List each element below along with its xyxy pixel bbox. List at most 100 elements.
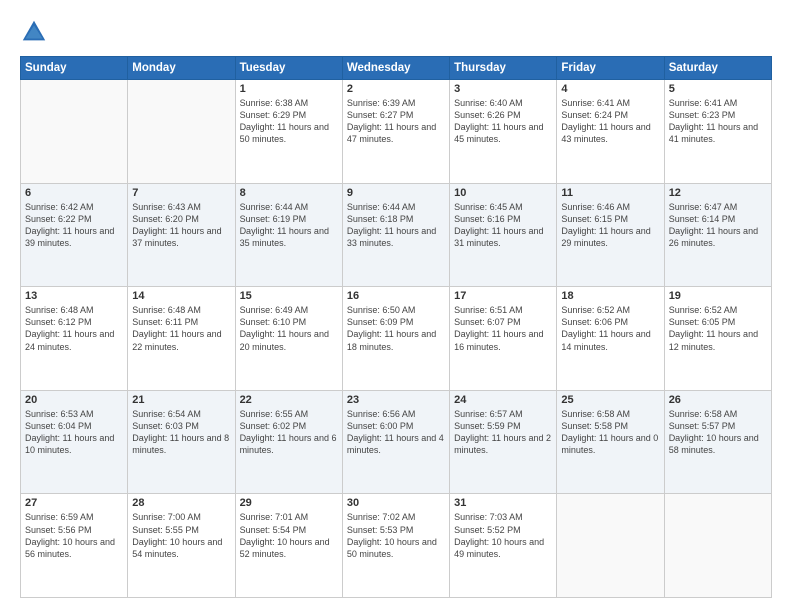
day-info: Sunrise: 6:52 AM Sunset: 6:06 PM Dayligh… [561, 304, 659, 353]
header-friday: Friday [557, 57, 664, 80]
day-info: Sunrise: 6:46 AM Sunset: 6:15 PM Dayligh… [561, 201, 659, 250]
day-number: 9 [347, 187, 445, 199]
header-tuesday: Tuesday [235, 57, 342, 80]
day-number: 19 [669, 290, 767, 302]
calendar-cell: 3 Sunrise: 6:40 AM Sunset: 6:26 PM Daylig… [450, 80, 557, 184]
calendar-cell [664, 494, 771, 598]
header-wednesday: Wednesday [342, 57, 449, 80]
calendar-cell: 1 Sunrise: 6:38 AM Sunset: 6:29 PM Daylig… [235, 80, 342, 184]
calendar-cell: 29 Sunrise: 7:01 AM Sunset: 5:54 PM Dayli… [235, 494, 342, 598]
day-info: Sunrise: 6:57 AM Sunset: 5:59 PM Dayligh… [454, 408, 552, 457]
day-info: Sunrise: 6:48 AM Sunset: 6:11 PM Dayligh… [132, 304, 230, 353]
day-info: Sunrise: 7:03 AM Sunset: 5:52 PM Dayligh… [454, 511, 552, 560]
day-info: Sunrise: 6:45 AM Sunset: 6:16 PM Dayligh… [454, 201, 552, 250]
calendar-cell: 28 Sunrise: 7:00 AM Sunset: 5:55 PM Dayli… [128, 494, 235, 598]
day-number: 29 [240, 497, 338, 509]
calendar-cell: 6Sunrise: 6:42 AM Sunset: 6:22 PM Daylig… [21, 183, 128, 287]
day-info: Sunrise: 6:50 AM Sunset: 6:09 PM Dayligh… [347, 304, 445, 353]
logo [20, 18, 52, 46]
day-info: Sunrise: 6:41 AM Sunset: 6:23 PM Dayligh… [669, 97, 767, 146]
day-info: Sunrise: 6:55 AM Sunset: 6:02 PM Dayligh… [240, 408, 338, 457]
day-info: Sunrise: 6:47 AM Sunset: 6:14 PM Dayligh… [669, 201, 767, 250]
calendar-cell: 25 Sunrise: 6:58 AM Sunset: 5:58 PM Dayli… [557, 390, 664, 494]
calendar-table: SundayMondayTuesdayWednesdayThursdayFrid… [20, 56, 772, 598]
day-number: 13 [25, 290, 123, 302]
day-number: 12 [669, 187, 767, 199]
day-info: Sunrise: 6:58 AM Sunset: 5:57 PM Dayligh… [669, 408, 767, 457]
day-info: Sunrise: 6:51 AM Sunset: 6:07 PM Dayligh… [454, 304, 552, 353]
day-info: Sunrise: 7:02 AM Sunset: 5:53 PM Dayligh… [347, 511, 445, 560]
day-number: 5 [669, 83, 767, 95]
calendar-cell: 30 Sunrise: 7:02 AM Sunset: 5:53 PM Dayli… [342, 494, 449, 598]
day-info: Sunrise: 6:59 AM Sunset: 5:56 PM Dayligh… [25, 511, 123, 560]
calendar-cell: 8 Sunrise: 6:44 AM Sunset: 6:19 PM Daylig… [235, 183, 342, 287]
day-number: 10 [454, 187, 552, 199]
day-info: Sunrise: 6:53 AM Sunset: 6:04 PM Dayligh… [25, 408, 123, 457]
calendar-cell [128, 80, 235, 184]
calendar-cell: 10 Sunrise: 6:45 AM Sunset: 6:16 PM Dayli… [450, 183, 557, 287]
calendar-cell: 31 Sunrise: 7:03 AM Sunset: 5:52 PM Dayli… [450, 494, 557, 598]
day-number: 11 [561, 187, 659, 199]
header-monday: Monday [128, 57, 235, 80]
calendar-cell: 7 Sunrise: 6:43 AM Sunset: 6:20 PM Daylig… [128, 183, 235, 287]
calendar-cell: 27Sunrise: 6:59 AM Sunset: 5:56 PM Dayli… [21, 494, 128, 598]
day-number: 22 [240, 394, 338, 406]
day-number: 24 [454, 394, 552, 406]
day-info: Sunrise: 6:38 AM Sunset: 6:29 PM Dayligh… [240, 97, 338, 146]
day-number: 17 [454, 290, 552, 302]
calendar-cell: 23 Sunrise: 6:56 AM Sunset: 6:00 PM Dayli… [342, 390, 449, 494]
day-number: 20 [25, 394, 123, 406]
week-row-4: 20 Sunrise: 6:53 AM Sunset: 6:04 PM Dayli… [21, 390, 772, 494]
week-row-1: 1 Sunrise: 6:38 AM Sunset: 6:29 PM Daylig… [21, 80, 772, 184]
day-number: 8 [240, 187, 338, 199]
day-info: Sunrise: 6:44 AM Sunset: 6:18 PM Dayligh… [347, 201, 445, 250]
header-sunday: Sunday [21, 57, 128, 80]
day-number: 2 [347, 83, 445, 95]
calendar-cell: 18Sunrise: 6:52 AM Sunset: 6:06 PM Dayli… [557, 287, 664, 391]
logo-icon [20, 18, 48, 46]
header-row: SundayMondayTuesdayWednesdayThursdayFrid… [21, 57, 772, 80]
day-info: Sunrise: 6:39 AM Sunset: 6:27 PM Dayligh… [347, 97, 445, 146]
day-number: 16 [347, 290, 445, 302]
day-number: 31 [454, 497, 552, 509]
calendar-cell: 4Sunrise: 6:41 AM Sunset: 6:24 PM Daylig… [557, 80, 664, 184]
week-row-2: 6Sunrise: 6:42 AM Sunset: 6:22 PM Daylig… [21, 183, 772, 287]
calendar-cell: 16 Sunrise: 6:50 AM Sunset: 6:09 PM Dayli… [342, 287, 449, 391]
day-number: 25 [561, 394, 659, 406]
day-info: Sunrise: 6:58 AM Sunset: 5:58 PM Dayligh… [561, 408, 659, 457]
week-row-5: 27Sunrise: 6:59 AM Sunset: 5:56 PM Dayli… [21, 494, 772, 598]
calendar-cell: 24 Sunrise: 6:57 AM Sunset: 5:59 PM Dayli… [450, 390, 557, 494]
calendar-cell: 26Sunrise: 6:58 AM Sunset: 5:57 PM Dayli… [664, 390, 771, 494]
day-info: Sunrise: 6:52 AM Sunset: 6:05 PM Dayligh… [669, 304, 767, 353]
day-number: 30 [347, 497, 445, 509]
day-number: 3 [454, 83, 552, 95]
calendar-cell [557, 494, 664, 598]
calendar-cell: 15 Sunrise: 6:49 AM Sunset: 6:10 PM Dayli… [235, 287, 342, 391]
day-number: 14 [132, 290, 230, 302]
calendar-cell: 19 Sunrise: 6:52 AM Sunset: 6:05 PM Dayli… [664, 287, 771, 391]
day-info: Sunrise: 6:54 AM Sunset: 6:03 PM Dayligh… [132, 408, 230, 457]
day-info: Sunrise: 6:44 AM Sunset: 6:19 PM Dayligh… [240, 201, 338, 250]
calendar-cell: 2 Sunrise: 6:39 AM Sunset: 6:27 PM Daylig… [342, 80, 449, 184]
day-number: 15 [240, 290, 338, 302]
calendar-cell: 20 Sunrise: 6:53 AM Sunset: 6:04 PM Dayli… [21, 390, 128, 494]
header [20, 18, 772, 46]
calendar-cell: 9 Sunrise: 6:44 AM Sunset: 6:18 PM Daylig… [342, 183, 449, 287]
page: SundayMondayTuesdayWednesdayThursdayFrid… [0, 0, 792, 612]
calendar-cell [21, 80, 128, 184]
day-info: Sunrise: 6:40 AM Sunset: 6:26 PM Dayligh… [454, 97, 552, 146]
day-info: Sunrise: 6:49 AM Sunset: 6:10 PM Dayligh… [240, 304, 338, 353]
day-number: 28 [132, 497, 230, 509]
calendar-cell: 21Sunrise: 6:54 AM Sunset: 6:03 PM Dayli… [128, 390, 235, 494]
day-info: Sunrise: 6:43 AM Sunset: 6:20 PM Dayligh… [132, 201, 230, 250]
day-number: 7 [132, 187, 230, 199]
day-number: 1 [240, 83, 338, 95]
week-row-3: 13Sunrise: 6:48 AM Sunset: 6:12 PM Dayli… [21, 287, 772, 391]
day-info: Sunrise: 7:00 AM Sunset: 5:55 PM Dayligh… [132, 511, 230, 560]
day-info: Sunrise: 7:01 AM Sunset: 5:54 PM Dayligh… [240, 511, 338, 560]
calendar-cell: 17 Sunrise: 6:51 AM Sunset: 6:07 PM Dayli… [450, 287, 557, 391]
day-info: Sunrise: 6:56 AM Sunset: 6:00 PM Dayligh… [347, 408, 445, 457]
day-number: 23 [347, 394, 445, 406]
calendar-cell: 11 Sunrise: 6:46 AM Sunset: 6:15 PM Dayli… [557, 183, 664, 287]
calendar-cell: 22 Sunrise: 6:55 AM Sunset: 6:02 PM Dayli… [235, 390, 342, 494]
